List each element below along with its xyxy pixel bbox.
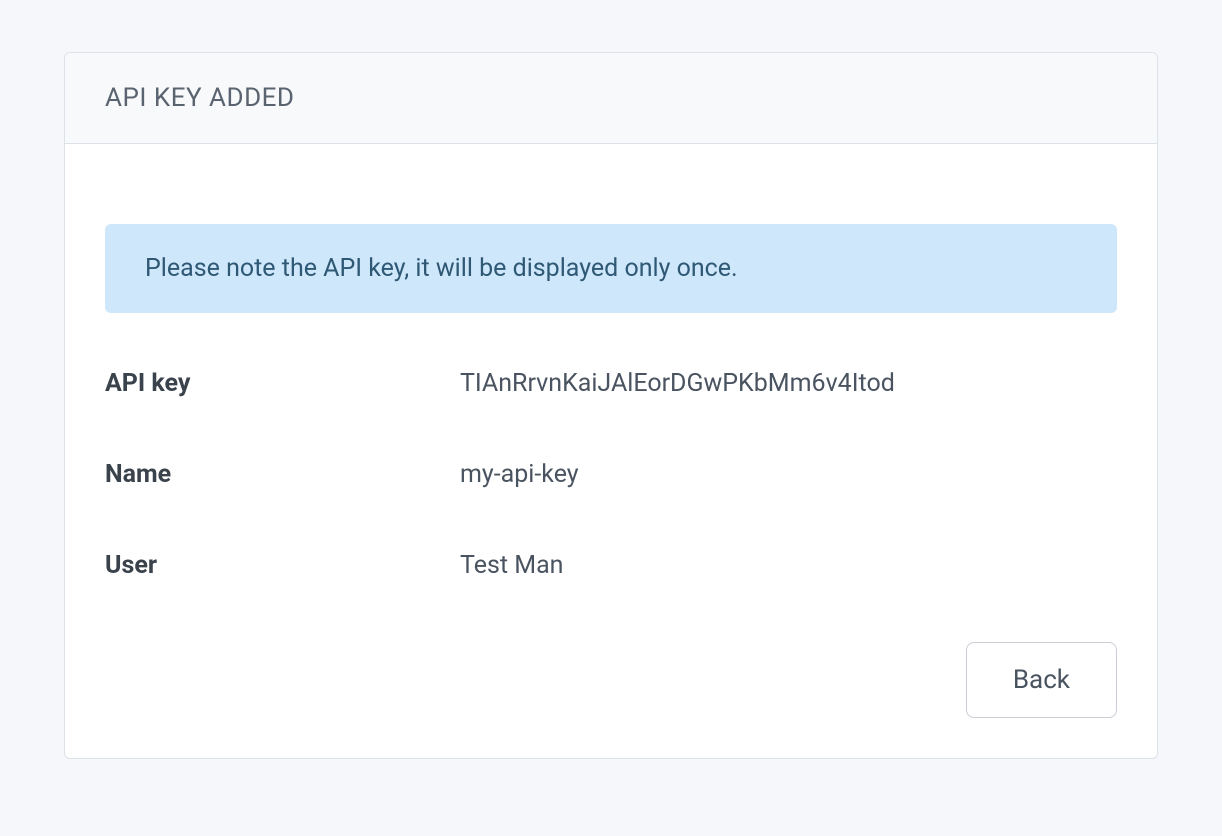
- name-label: Name: [105, 460, 460, 489]
- api-key-added-card: API KEY ADDED Please note the API key, i…: [64, 52, 1158, 759]
- name-value: my-api-key: [460, 460, 579, 489]
- user-row: User Test Man: [105, 551, 1117, 580]
- api-key-label: API key: [105, 369, 460, 398]
- card-header: API KEY ADDED: [65, 53, 1157, 144]
- card-body: Please note the API key, it will be disp…: [65, 144, 1157, 758]
- user-value: Test Man: [460, 551, 563, 580]
- back-button[interactable]: Back: [966, 642, 1117, 718]
- user-label: User: [105, 551, 460, 580]
- card-title: API KEY ADDED: [105, 83, 1117, 113]
- actions-row: Back: [105, 642, 1117, 718]
- info-alert: Please note the API key, it will be disp…: [105, 224, 1117, 313]
- api-key-row: API key TIAnRrvnKaiJAlEorDGwPKbMm6v4Itod: [105, 369, 1117, 398]
- name-row: Name my-api-key: [105, 460, 1117, 489]
- alert-text: Please note the API key, it will be disp…: [145, 254, 1077, 283]
- api-key-value: TIAnRrvnKaiJAlEorDGwPKbMm6v4Itod: [460, 369, 895, 398]
